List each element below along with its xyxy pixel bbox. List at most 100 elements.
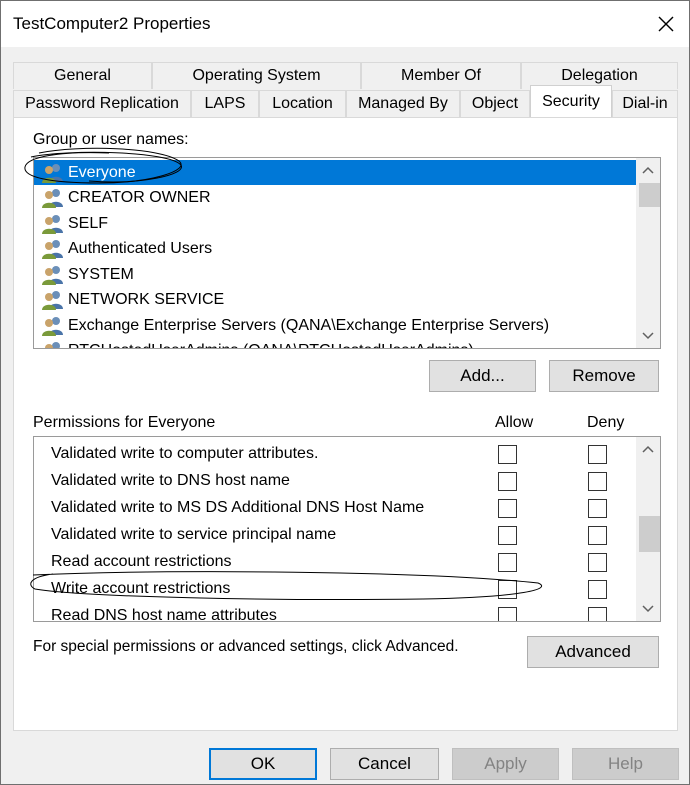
deny-checkbox[interactable] [588,580,607,599]
permission-row: Write account restrictions [34,576,660,603]
tab-label: Member Of [400,67,481,84]
tab-laps[interactable]: LAPS [191,90,259,117]
tab-dial-in[interactable]: Dial-in [612,90,678,117]
users-icon [42,189,63,208]
security-tab-panel: Group or user names: Everyone CREATOR OWN… [13,117,678,731]
users-icon [42,214,63,234]
scroll-thumb[interactable] [639,516,660,552]
permission-row: Validated write to computer attributes. [34,441,660,468]
permission-name: Validated write to MS DS Additional DNS … [51,499,425,516]
tab-label: Security [542,92,600,110]
permissions-listbox[interactable]: Validated write to computer attributes. V… [33,436,661,622]
deny-checkbox[interactable] [588,499,607,518]
scroll-down-button[interactable] [636,324,660,348]
deny-checkbox[interactable] [588,445,607,464]
users-icon [42,291,63,310]
deny-checkbox[interactable] [588,526,607,545]
advanced-hint: For special permissions or advanced sett… [33,638,459,655]
group-list-item[interactable]: SELF [34,211,637,236]
tab-label: Location [272,95,333,112]
tab-security[interactable]: Security [530,85,612,117]
add-button[interactable]: Add... [429,360,536,392]
users-icon [42,316,63,336]
group-name: RTCHostedUserAdmins (QANA\RTCHostedUserA… [68,342,474,348]
scroll-down-button[interactable] [636,597,660,621]
deny-checkbox[interactable] [588,607,607,621]
group-name: CREATOR OWNER [68,189,211,206]
group-list-scrollbar[interactable] [636,158,660,348]
allow-checkbox[interactable] [498,607,517,621]
permission-row: Validated write to DNS host name [34,468,660,495]
chevron-up-icon [642,445,654,453]
allow-checkbox[interactable] [498,553,517,572]
permission-row: Validated write to MS DS Additional DNS … [34,495,660,522]
permissions-scrollbar[interactable] [636,437,660,621]
tab-label: Operating System [192,67,321,84]
users-icon [45,342,60,348]
deny-checkbox[interactable] [588,472,607,491]
tab-location[interactable]: Location [259,90,346,117]
permission-name: Write account restrictions [51,580,231,597]
group-list-item[interactable]: Exchange Enterprise Servers (QANA\Exchan… [34,313,637,338]
group-list-item[interactable]: CREATOR OWNER [34,186,637,211]
permission-name: Validated write to computer attributes. [51,445,319,462]
apply-button[interactable]: Apply [452,748,559,780]
close-button[interactable] [643,1,689,47]
window-title: TestComputer2 Properties [13,14,211,33]
group-name: NETWORK SERVICE [68,291,225,308]
tab-label: Delegation [561,67,638,84]
group-name: SYSTEM [68,265,134,283]
permission-row: Read DNS host name attributes [34,603,660,622]
group-list-item[interactable]: Authenticated Users [34,237,637,262]
allow-checkbox[interactable] [498,472,517,491]
tab-label: Dial-in [622,95,668,112]
group-list-item[interactable]: Everyone [34,160,637,185]
tab-label: Password Replication [25,95,179,112]
group-name: SELF [68,214,109,232]
tab-object[interactable]: Object [460,90,530,117]
group-name: Everyone [68,163,136,181]
allow-checkbox[interactable] [498,445,517,464]
scroll-up-button[interactable] [636,158,660,182]
tab-managed-by[interactable]: Managed By [346,90,460,117]
permissions-label: Permissions for Everyone [33,414,216,431]
tab-label: LAPS [204,95,246,112]
chevron-down-icon [642,332,654,340]
tab-label: Object [471,95,519,112]
close-icon [658,16,674,32]
allow-checkbox[interactable] [498,499,517,518]
remove-button[interactable]: Remove [549,360,659,392]
deny-header: Deny [587,414,625,431]
permission-name: Read account restrictions [51,553,232,570]
ok-button[interactable]: OK [209,748,317,780]
allow-checkbox[interactable] [498,526,517,545]
permission-name: Read DNS host name attributes [51,607,277,622]
group-name: Exchange Enterprise Servers (QANA\Exchan… [68,316,550,334]
tab-password-replication[interactable]: Password Replication [13,90,191,117]
users-icon [42,265,63,285]
scroll-thumb[interactable] [639,183,660,207]
permission-name: Validated write to DNS host name [51,472,290,489]
deny-checkbox[interactable] [588,553,607,572]
group-list-item[interactable]: SYSTEM [34,262,637,287]
group-user-listbox[interactable]: Everyone CREATOR OWNER SELF Authenticated U… [33,157,661,349]
advanced-button[interactable]: Advanced [527,636,659,668]
tab-label: General [54,67,111,84]
chevron-up-icon [642,166,654,174]
help-button[interactable]: Help [572,748,679,780]
permission-row: Read account restrictions [34,549,660,576]
tab-general[interactable]: General [13,62,152,89]
group-names-label: Group or user names: [33,131,189,148]
tab-label: Managed By [358,95,448,112]
tab-operating-system[interactable]: Operating System [152,62,361,89]
cancel-button[interactable]: Cancel [330,748,439,780]
users-icon [42,163,63,183]
group-name: Authenticated Users [68,240,213,257]
users-icon [42,240,63,259]
tab-member-of[interactable]: Member Of [361,62,521,89]
group-list-item[interactable]: NETWORK SERVICE [34,288,637,313]
scroll-up-button[interactable] [636,437,660,461]
group-list-item[interactable]: RTCHostedUserAdmins (QANA\RTCHostedUserA… [34,339,637,348]
allow-checkbox[interactable] [498,580,517,599]
title-bar: TestComputer2 Properties [1,1,689,47]
